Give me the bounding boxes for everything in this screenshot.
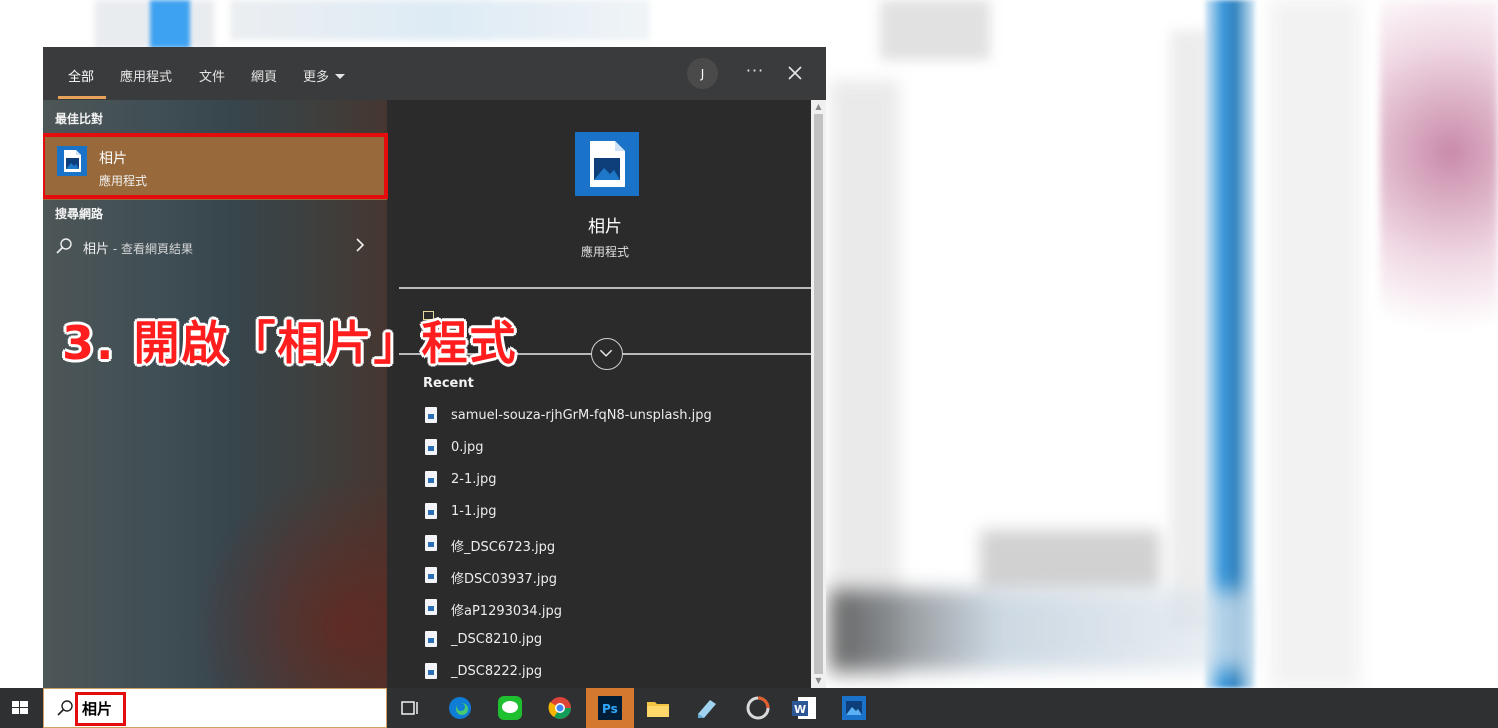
photos-app-large-icon <box>575 132 639 196</box>
recent-file-name: 2-1.jpg <box>451 472 497 487</box>
svg-text:W: W <box>794 703 806 716</box>
results-list: 最佳比對 相片 應用程式 搜尋網路 相片 - 查看網頁結果 <box>43 100 388 688</box>
tab-more-label: 更多 <box>303 70 330 85</box>
tab-documents[interactable]: 文件 <box>199 66 225 85</box>
task-view-icon[interactable] <box>396 694 424 722</box>
more-options-button[interactable]: ··· <box>743 61 767 85</box>
image-file-icon <box>425 663 437 679</box>
tutorial-annotation: 3. 開啟「相片」程式 <box>62 316 518 370</box>
recent-file-item[interactable]: 修DSC03937.jpg <box>423 566 803 588</box>
recent-file-item[interactable]: _DSC8210.jpg <box>423 630 803 652</box>
scrollbar-thumb[interactable] <box>814 114 823 674</box>
recent-file-name: _DSC8210.jpg <box>451 632 543 647</box>
expand-button[interactable] <box>591 338 623 370</box>
recent-file-name: 1-1.jpg <box>451 504 497 519</box>
photoshop-icon: Ps <box>598 696 622 720</box>
search-icon <box>56 238 72 254</box>
web-search-suffix: - 查看網頁結果 <box>109 242 193 256</box>
recent-file-name: 修_DSC6723.jpg <box>451 540 556 555</box>
word-icon[interactable]: W <box>790 694 818 722</box>
image-file-icon <box>425 439 437 455</box>
recent-file-item[interactable]: _DSC8222.jpg <box>423 662 803 684</box>
detail-title: 相片 <box>588 217 622 237</box>
recent-file-name: _DSC8222.jpg <box>451 664 543 679</box>
recent-file-item[interactable]: 2-1.jpg <box>423 470 803 492</box>
photos-icon[interactable] <box>840 694 868 722</box>
close-icon[interactable] <box>783 61 807 85</box>
scrollbar[interactable]: ▲ ▼ <box>811 100 826 688</box>
search-icon <box>57 700 73 716</box>
image-file-icon <box>425 471 437 487</box>
detail-subtitle: 應用程式 <box>580 245 629 259</box>
scroll-down-icon[interactable]: ▼ <box>814 676 823 685</box>
web-search-text: 相片 - 查看網頁結果 <box>83 238 193 257</box>
recent-heading: Recent <box>423 376 474 391</box>
web-search-result[interactable]: 相片 - 查看網頁結果 <box>43 230 387 262</box>
windows-start-icon[interactable] <box>0 688 40 728</box>
divider <box>399 287 811 289</box>
result-detail-pane: 相片 應用程式 Recent samuel-souza-rjhGrM-fqN8-… <box>399 112 811 688</box>
recorder-icon[interactable] <box>744 694 772 722</box>
file-explorer-icon[interactable] <box>644 694 672 722</box>
web-search-heading: 搜尋網路 <box>55 207 104 221</box>
recent-file-name: 修DSC03937.jpg <box>451 572 557 587</box>
edge-icon[interactable] <box>446 694 474 722</box>
chrome-icon[interactable] <box>546 694 574 722</box>
active-tab-indicator <box>58 96 106 99</box>
chevron-down-icon <box>599 349 613 357</box>
svg-text:Ps: Ps <box>602 702 618 716</box>
web-search-query: 相片 <box>83 242 110 257</box>
image-file-icon <box>425 631 437 647</box>
chevron-down-icon <box>335 74 346 79</box>
recent-file-item[interactable]: 修_DSC6723.jpg <box>423 534 803 556</box>
recent-file-name: 0.jpg <box>451 440 484 455</box>
recent-file-item[interactable]: samuel-souza-rjhGrM-fqN8-unsplash.jpg <box>423 406 803 428</box>
recent-file-name: 修aP1293034.jpg <box>451 604 562 619</box>
tab-apps[interactable]: 應用程式 <box>120 66 172 85</box>
best-match-highlight <box>43 133 388 199</box>
image-file-icon <box>425 535 437 551</box>
recent-file-item[interactable]: 0.jpg <box>423 438 803 460</box>
image-file-icon <box>425 503 437 519</box>
search-text-highlight <box>75 692 126 726</box>
recent-file-item[interactable]: 修aP1293034.jpg <box>423 598 803 620</box>
tab-all[interactable]: 全部 <box>68 66 94 85</box>
image-file-icon <box>425 599 437 615</box>
tab-web[interactable]: 網頁 <box>251 66 277 85</box>
notes-icon[interactable] <box>692 694 720 722</box>
tab-more[interactable]: 更多 <box>303 66 346 85</box>
line-icon[interactable] <box>496 694 524 722</box>
image-file-icon <box>425 407 437 423</box>
taskbar-search-input[interactable]: 相片 <box>43 688 387 728</box>
recent-file-item[interactable]: 1-1.jpg <box>423 502 803 524</box>
search-panel-header: 全部 應用程式 文件 網頁 更多 J ··· <box>43 47 826 100</box>
recent-file-name: samuel-souza-rjhGrM-fqN8-unsplash.jpg <box>451 408 712 423</box>
avatar[interactable]: J <box>687 58 718 89</box>
taskbar: 相片 Ps W <box>0 688 1498 728</box>
photoshop-taskbar-item[interactable]: Ps <box>586 688 634 728</box>
scroll-up-icon[interactable]: ▲ <box>814 102 823 111</box>
image-file-icon <box>425 567 437 583</box>
chevron-right-icon[interactable] <box>354 238 366 252</box>
best-match-heading: 最佳比對 <box>55 112 104 126</box>
